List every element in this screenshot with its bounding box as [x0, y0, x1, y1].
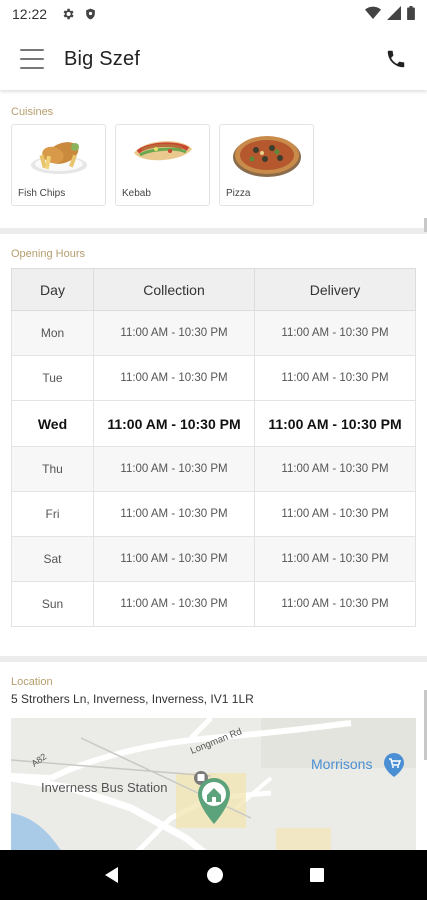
cuisine-label: Pizza — [226, 188, 251, 199]
table-row: Tue 11:00 AM - 10:30 PM 11:00 AM - 10:30… — [11, 355, 416, 401]
delivery-hours-cell: 11:00 AM - 10:30 PM — [254, 355, 416, 401]
column-header-delivery: Delivery — [254, 268, 416, 311]
collection-hours-cell: 11:00 AM - 10:30 PM — [93, 400, 255, 447]
opening-hours-title: Opening Hours — [11, 248, 85, 260]
cuisine-card-pizza[interactable]: Pizza — [219, 124, 314, 206]
day-cell: Tue — [11, 355, 94, 401]
fish-chips-image — [27, 131, 91, 182]
opening-hours-table: Day Collection Delivery Mon 11:00 AM - 1… — [11, 268, 416, 627]
shield-icon — [84, 7, 97, 21]
cuisine-card-kebab[interactable]: Kebab — [115, 124, 210, 206]
table-row-today: Wed 11:00 AM - 10:30 PM 11:00 AM - 10:30… — [11, 400, 416, 447]
delivery-hours-cell: 11:00 AM - 10:30 PM — [254, 581, 416, 627]
column-header-day: Day — [11, 268, 94, 311]
day-cell: Fri — [11, 491, 94, 537]
location-section: Location 5 Strothers Ln, Inverness, Inve… — [0, 662, 427, 850]
menu-hamburger-icon[interactable] — [20, 49, 44, 69]
delivery-hours-cell: 11:00 AM - 10:30 PM — [254, 400, 416, 447]
delivery-hours-cell: 11:00 AM - 10:30 PM — [254, 536, 416, 582]
phone-call-icon[interactable] — [385, 48, 407, 70]
opening-hours-section: Opening Hours Day Collection Delivery Mo… — [0, 234, 427, 656]
map-place-label: Inverness Bus Station — [41, 780, 168, 795]
cuisine-label: Kebab — [122, 188, 151, 199]
collection-hours-cell: 11:00 AM - 10:30 PM — [93, 446, 255, 492]
delivery-hours-cell: 11:00 AM - 10:30 PM — [254, 310, 416, 356]
signal-icon — [387, 5, 401, 23]
app-bar: Big Szef — [0, 28, 427, 90]
day-cell: Sun — [11, 581, 94, 627]
day-cell: Wed — [11, 400, 94, 447]
cuisine-card-fish-chips[interactable]: Fish Chips — [11, 124, 106, 206]
location-title: Location — [11, 676, 53, 688]
table-row: Mon 11:00 AM - 10:30 PM 11:00 AM - 10:30… — [11, 310, 416, 356]
collection-hours-cell: 11:00 AM - 10:30 PM — [93, 310, 255, 356]
day-cell: Thu — [11, 446, 94, 492]
battery-icon — [407, 5, 415, 23]
back-icon[interactable] — [103, 866, 121, 884]
table-row: Fri 11:00 AM - 10:30 PM 11:00 AM - 10:30… — [11, 491, 416, 537]
address-text: 5 Strothers Ln, Inverness, Inverness, IV… — [11, 692, 254, 706]
table-header-row: Day Collection Delivery — [11, 268, 416, 311]
home-location-marker-icon — [198, 778, 230, 829]
column-header-collection: Collection — [93, 268, 255, 311]
map-place-label: Morrisons — [311, 756, 373, 772]
location-map[interactable]: A82 Longman Rd Inverness Bus Station Mor… — [11, 718, 416, 850]
cuisines-title: Cuisines — [11, 106, 54, 118]
home-icon[interactable] — [206, 866, 224, 884]
system-navigation-bar — [0, 850, 427, 900]
collection-hours-cell: 11:00 AM - 10:30 PM — [93, 581, 255, 627]
status-time: 12:22 — [12, 6, 48, 22]
content-scroll-area[interactable]: Cuisines Fish Chips Kebab Pizza Opening … — [0, 92, 427, 850]
day-cell: Mon — [11, 310, 94, 356]
table-row: Sun 11:00 AM - 10:30 PM 11:00 AM - 10:30… — [11, 581, 416, 627]
kebab-image — [128, 131, 198, 178]
restaurant-title: Big Szef — [64, 47, 141, 70]
shopping-cart-marker-icon — [384, 753, 404, 782]
collection-hours-cell: 11:00 AM - 10:30 PM — [93, 355, 255, 401]
cuisine-label: Fish Chips — [18, 188, 66, 199]
pizza-image — [232, 131, 302, 184]
collection-hours-cell: 11:00 AM - 10:30 PM — [93, 536, 255, 582]
settings-gear-icon — [61, 7, 75, 21]
table-row: Thu 11:00 AM - 10:30 PM 11:00 AM - 10:30… — [11, 446, 416, 492]
table-row: Sat 11:00 AM - 10:30 PM 11:00 AM - 10:30… — [11, 536, 416, 582]
day-cell: Sat — [11, 536, 94, 582]
delivery-hours-cell: 11:00 AM - 10:30 PM — [254, 446, 416, 492]
delivery-hours-cell: 11:00 AM - 10:30 PM — [254, 491, 416, 537]
status-bar: 12:22 — [0, 0, 427, 28]
cuisines-section: Cuisines Fish Chips Kebab Pizza — [0, 92, 427, 228]
recent-apps-icon[interactable] — [309, 867, 325, 883]
wifi-icon — [365, 6, 381, 23]
collection-hours-cell: 11:00 AM - 10:30 PM — [93, 491, 255, 537]
